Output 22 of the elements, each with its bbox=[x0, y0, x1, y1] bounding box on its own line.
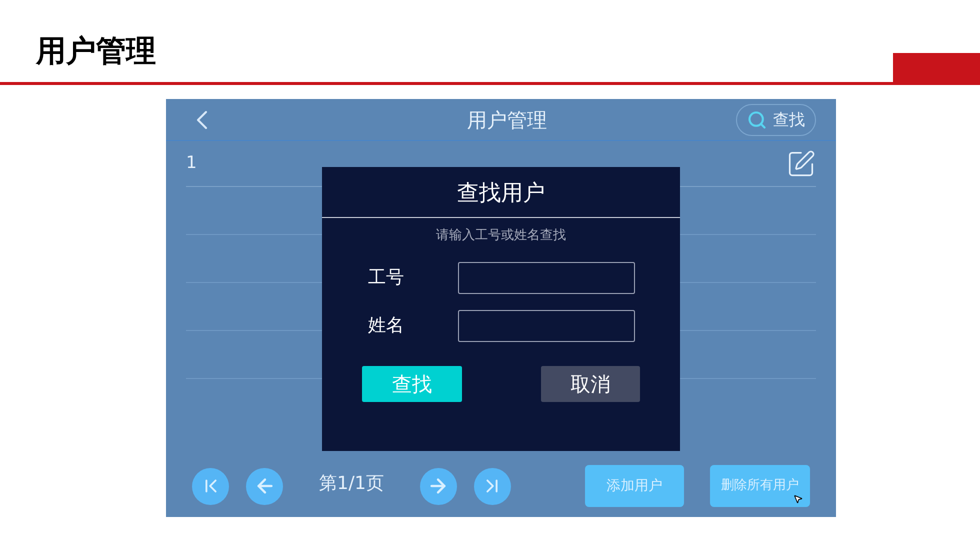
field-label: 姓名 bbox=[368, 314, 405, 338]
confirm-search-button[interactable]: 查找 bbox=[362, 366, 462, 402]
cancel-button[interactable]: 取消 bbox=[541, 366, 640, 402]
field-label: 工号 bbox=[368, 266, 405, 290]
search-button[interactable]: 查找 bbox=[736, 104, 816, 136]
first-page-button[interactable] bbox=[192, 468, 229, 504]
edit-icon[interactable] bbox=[786, 148, 816, 178]
add-user-button[interactable]: 添加用户 bbox=[585, 465, 684, 507]
last-page-button[interactable] bbox=[474, 468, 511, 504]
dialog-hint: 请输入工号或姓名查找 bbox=[435, 227, 567, 245]
input-field[interactable] bbox=[458, 310, 635, 342]
input-field[interactable] bbox=[458, 262, 635, 294]
next-page-button[interactable] bbox=[420, 468, 457, 504]
search-icon bbox=[747, 110, 767, 130]
row-number: 1 bbox=[186, 152, 198, 175]
dialog-title: 查找用户 bbox=[456, 180, 546, 208]
screen-title: 用户管理 bbox=[466, 106, 548, 134]
previous-page-button[interactable] bbox=[246, 468, 283, 504]
page-indicator: 第1/1页 bbox=[319, 472, 384, 496]
delete-all-users-button[interactable]: 删除所有用户 bbox=[710, 465, 810, 507]
cursor-icon bbox=[793, 494, 803, 504]
slide-title: 用户管理 bbox=[36, 37, 156, 67]
